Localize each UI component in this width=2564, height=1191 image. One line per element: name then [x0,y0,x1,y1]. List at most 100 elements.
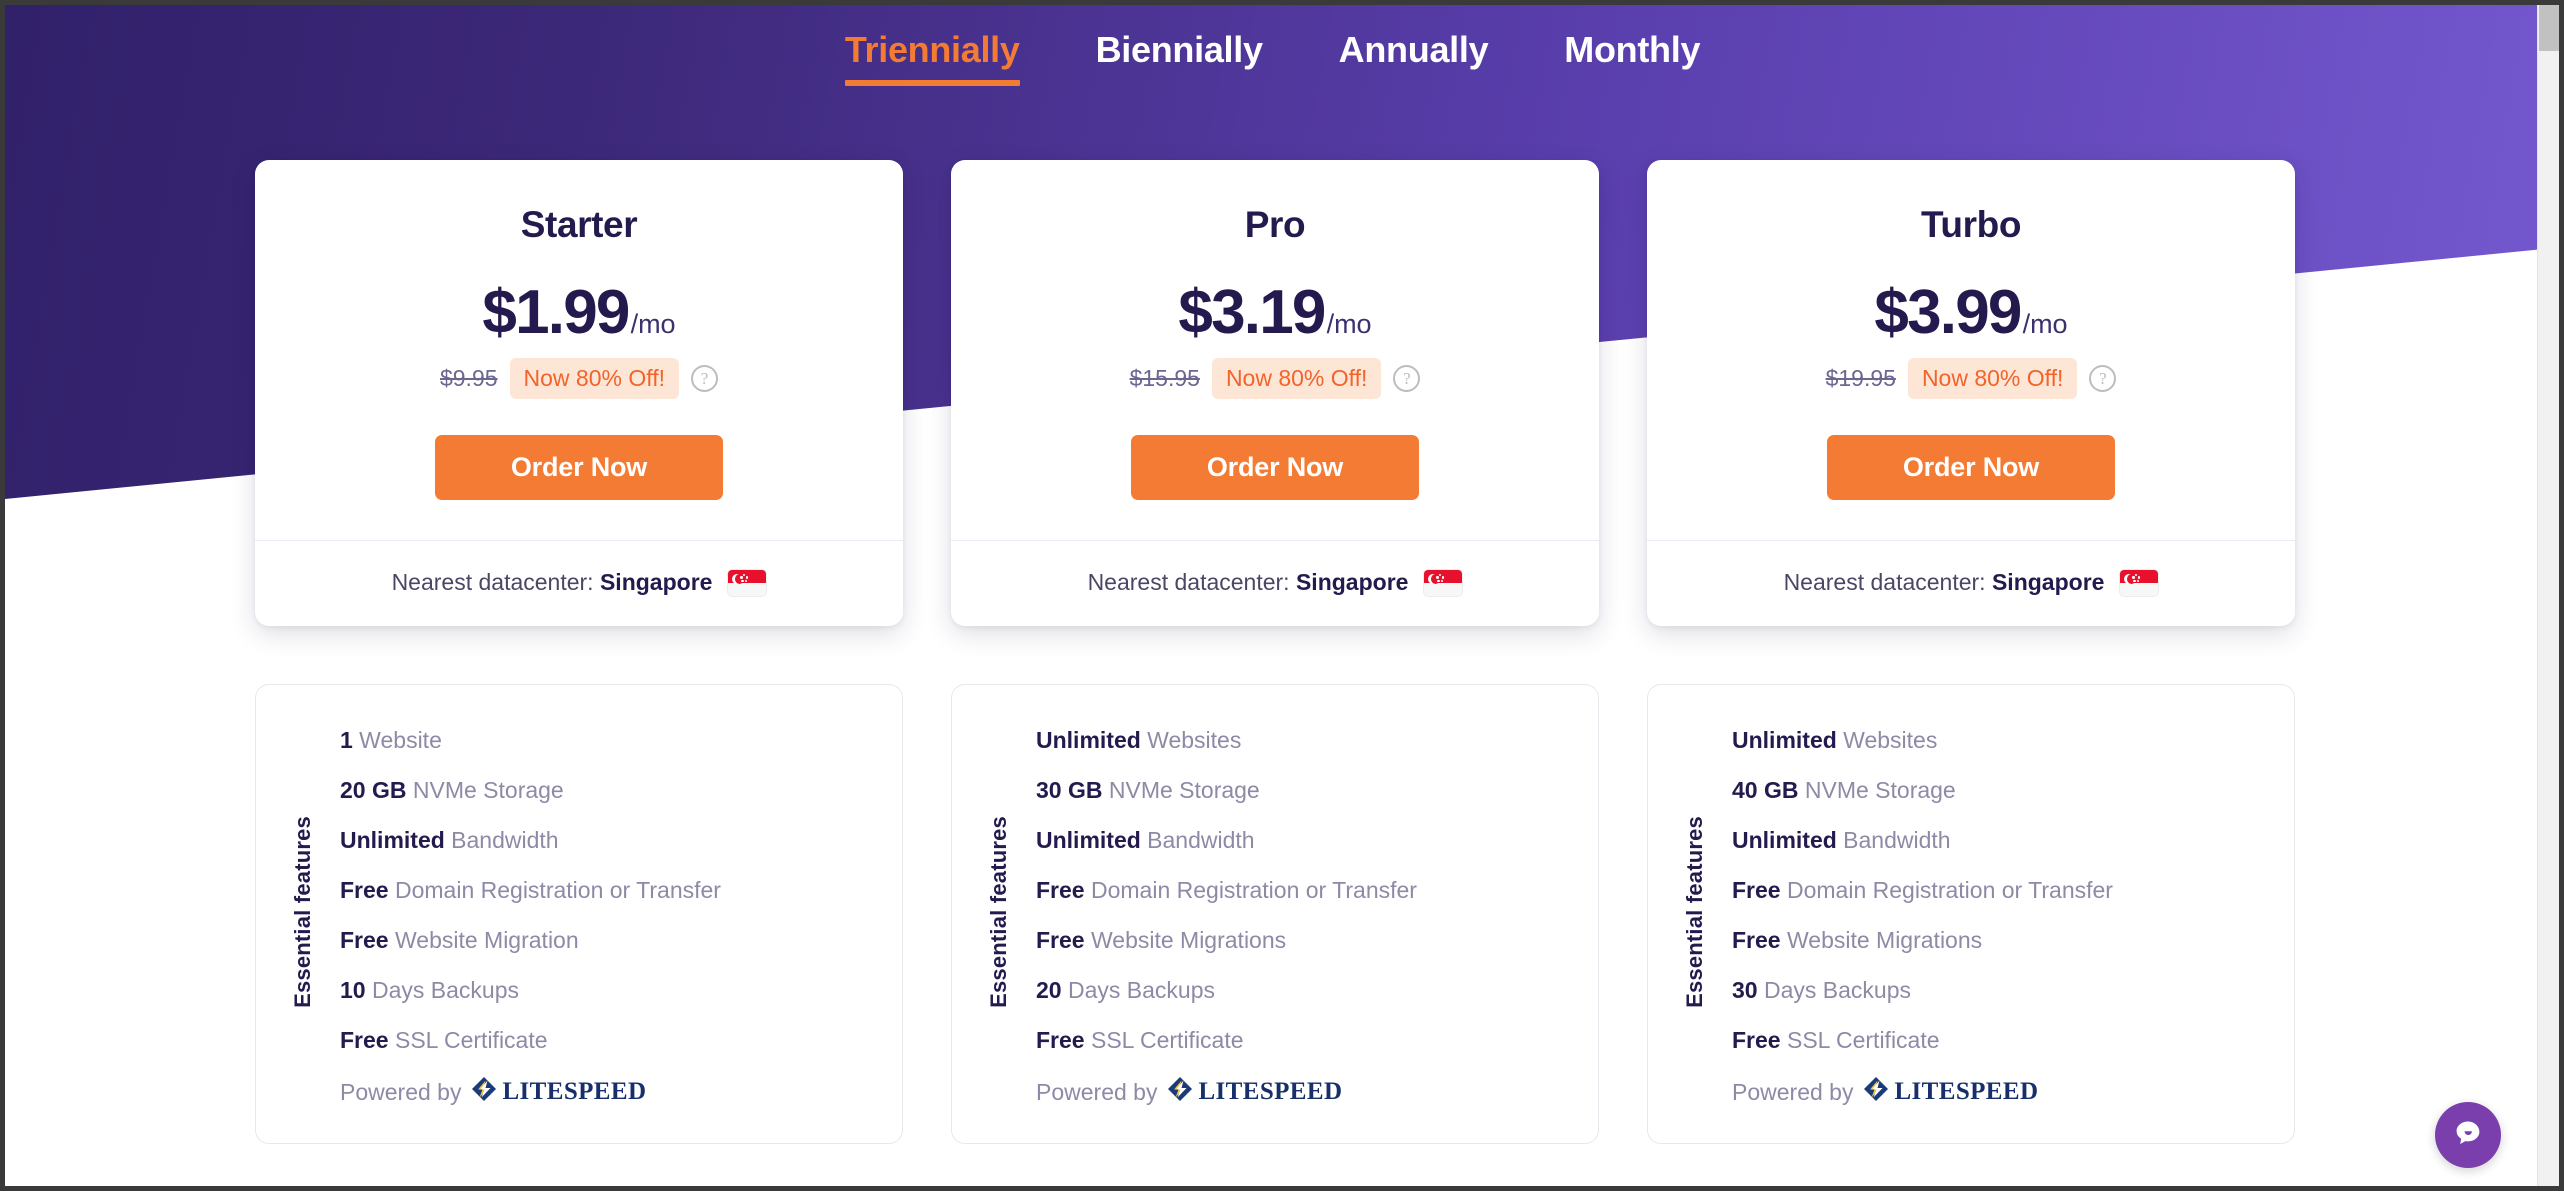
order-now-button[interactable]: Order Now [435,435,723,500]
discount-badge: Now 80% Off! [1907,358,2078,399]
feature-value: Unlimited [340,826,445,853]
feature-value: Free [1036,876,1085,903]
plan-card-body: Starter $1.99/mo $9.95 Now 80% Off!? Order N… [255,160,903,540]
discount-badge: Now 80% Off! [509,358,680,399]
powered-by-row: Powered by LITESPEED [1036,1065,1564,1108]
order-now-button[interactable]: Order Now [1131,435,1419,500]
feature-label: Days Backups [1757,976,1911,1003]
feature-value: Unlimited [1732,726,1837,753]
feature-value: Free [1732,926,1781,953]
feature-label: SSL Certificate [1084,1026,1244,1053]
powered-by-row: Powered by LITESPEED [1732,1065,2260,1108]
feature-item: 20 Days Backups [1036,965,1564,1015]
feature-value: Unlimited [1036,826,1141,853]
plan-card-body: Pro $3.19/mo $15.95 Now 80% Off!? Order Now [951,160,1599,540]
plan-card: Starter $1.99/mo $9.95 Now 80% Off!? Order N… [255,160,903,626]
help-circle-icon[interactable]: ? [691,365,719,392]
singapore-flag-icon [1424,569,1463,596]
chat-bubble-icon [2451,1116,2485,1155]
feature-item: 30 GB NVMe Storage [1036,765,1564,815]
feature-value: Free [340,1026,389,1053]
feature-item: 10 Days Backups [340,965,868,1015]
feature-value: Free [340,926,389,953]
help-circle-icon[interactable]: ? [1393,365,1421,392]
billing-cycle-tab-annually[interactable]: Annually [1301,30,1527,86]
feature-value: 1 [340,726,353,753]
vertical-scrollbar[interactable] [2537,5,2559,1186]
plan-name: Starter [520,204,638,245]
plan-original-price: $19.95 [1825,365,1896,391]
plan-column-turbo: Turbo $3.99/mo $19.95 Now 80% Off!? Order No… [1647,160,2295,1144]
feature-value: Free [340,876,389,903]
feature-item: 30 Days Backups [1732,965,2260,1015]
feature-label: Websites [1836,726,1938,753]
billing-cycle-tabs: Triennially Biennially Annually Monthly [5,30,2540,86]
feature-item: Unlimited Bandwidth [1732,815,2260,865]
feature-label: SSL Certificate [1780,1026,1940,1053]
litespeed-wordmark: LITESPEED [1198,1078,1343,1106]
plan-price: $1.99 [482,278,630,347]
feature-item: Unlimited Bandwidth [1036,815,1564,865]
feature-item: Unlimited Websites [1036,715,1564,765]
feature-value: Unlimited [1732,826,1837,853]
help-circle-icon[interactable]: ? [2089,365,2117,392]
nearest-datacenter-city: Singapore [1295,569,1409,595]
plan-card: Pro $3.19/mo $15.95 Now 80% Off!? Order Now N… [951,160,1599,626]
features-card: Essential features Unlimited Websites 40 G… [1647,684,2295,1144]
nearest-datacenter-text: Nearest datacenter: Singapore [1088,569,1409,596]
feature-item: 1 Website [340,715,868,765]
singapore-flag-icon [2120,569,2159,596]
powered-by-label: Powered by [340,1078,462,1105]
nearest-datacenter-text: Nearest datacenter: Singapore [1784,569,2105,596]
feature-value: 30 GB [1036,776,1103,803]
plan-name: Pro [1244,204,1306,245]
chat-widget-button[interactable] [2435,1102,2501,1168]
plan-price-period: /mo [1326,309,1372,339]
feature-item: Unlimited Websites [1732,715,2260,765]
billing-cycle-tab-monthly[interactable]: Monthly [1526,30,1738,86]
nearest-datacenter-city: Singapore [599,569,713,595]
feature-item: 20 GB NVMe Storage [340,765,868,815]
feature-label: NVMe Storage [1102,776,1260,803]
essential-features-label: Essential features [1682,816,1707,1008]
features-list: Unlimited Websites 40 GB NVMe Storage Unli… [1724,715,2260,1109]
feature-item: Free SSL Certificate [1036,1015,1564,1065]
singapore-flag-icon [728,569,767,596]
plan-column-starter: Starter $1.99/mo $9.95 Now 80% Off!? Order N… [255,160,903,1144]
plan-discount-row: $19.95 Now 80% Off!? [1683,358,2259,399]
feature-item: Free SSL Certificate [1732,1015,2260,1065]
plan-card-body: Turbo $3.99/mo $19.95 Now 80% Off!? Order No… [1647,160,2295,540]
feature-label: Domain Registration or Transfer [1780,876,2113,903]
plan-price-row: $1.99/mo [291,282,867,344]
scrollbar-thumb[interactable] [2539,5,2559,51]
feature-label: Domain Registration or Transfer [1084,876,1417,903]
feature-item: Free Domain Registration or Transfer [1732,865,2260,915]
essential-features-label: Essential features [290,816,315,1008]
billing-cycle-tab-biennially[interactable]: Biennially [1058,30,1301,86]
order-now-button[interactable]: Order Now [1827,435,2115,500]
feature-value: Unlimited [1036,726,1141,753]
litespeed-wordmark: LITESPEED [502,1078,647,1106]
feature-label: Website Migrations [1084,926,1287,953]
powered-by-row: Powered by LITESPEED [340,1065,868,1108]
feature-item: Free Domain Registration or Transfer [1036,865,1564,915]
billing-cycle-tab-triennially[interactable]: Triennially [807,30,1058,86]
litespeed-bolt-icon [1863,1076,1889,1108]
features-list: 1 Website 20 GB NVMe Storage Unlimited Ban… [332,715,868,1109]
feature-item: Unlimited Bandwidth [340,815,868,865]
feature-value: 20 [1036,976,1062,1003]
feature-item: Free Domain Registration or Transfer [340,865,868,915]
feature-value: 40 GB [1732,776,1799,803]
discount-badge: Now 80% Off! [1211,358,1382,399]
feature-label: Bandwidth [1836,826,1951,853]
plan-price-row: $3.99/mo [1683,282,2259,344]
plan-column-pro: Pro $3.19/mo $15.95 Now 80% Off!? Order Now N… [951,160,1599,1144]
plan-name: Turbo [1920,204,2022,245]
plan-card-grid: Starter $1.99/mo $9.95 Now 80% Off!? Order N… [255,160,2295,1144]
feature-value: 20 GB [340,776,407,803]
features-card: Essential features 1 Website 20 GB NVMe St… [255,684,903,1144]
nearest-datacenter-row: Nearest datacenter: Singapore [1647,540,2295,626]
nearest-datacenter-label: Nearest datacenter: [1087,569,1290,595]
nearest-datacenter-text: Nearest datacenter: Singapore [392,569,713,596]
nearest-datacenter-label: Nearest datacenter: [391,569,594,595]
